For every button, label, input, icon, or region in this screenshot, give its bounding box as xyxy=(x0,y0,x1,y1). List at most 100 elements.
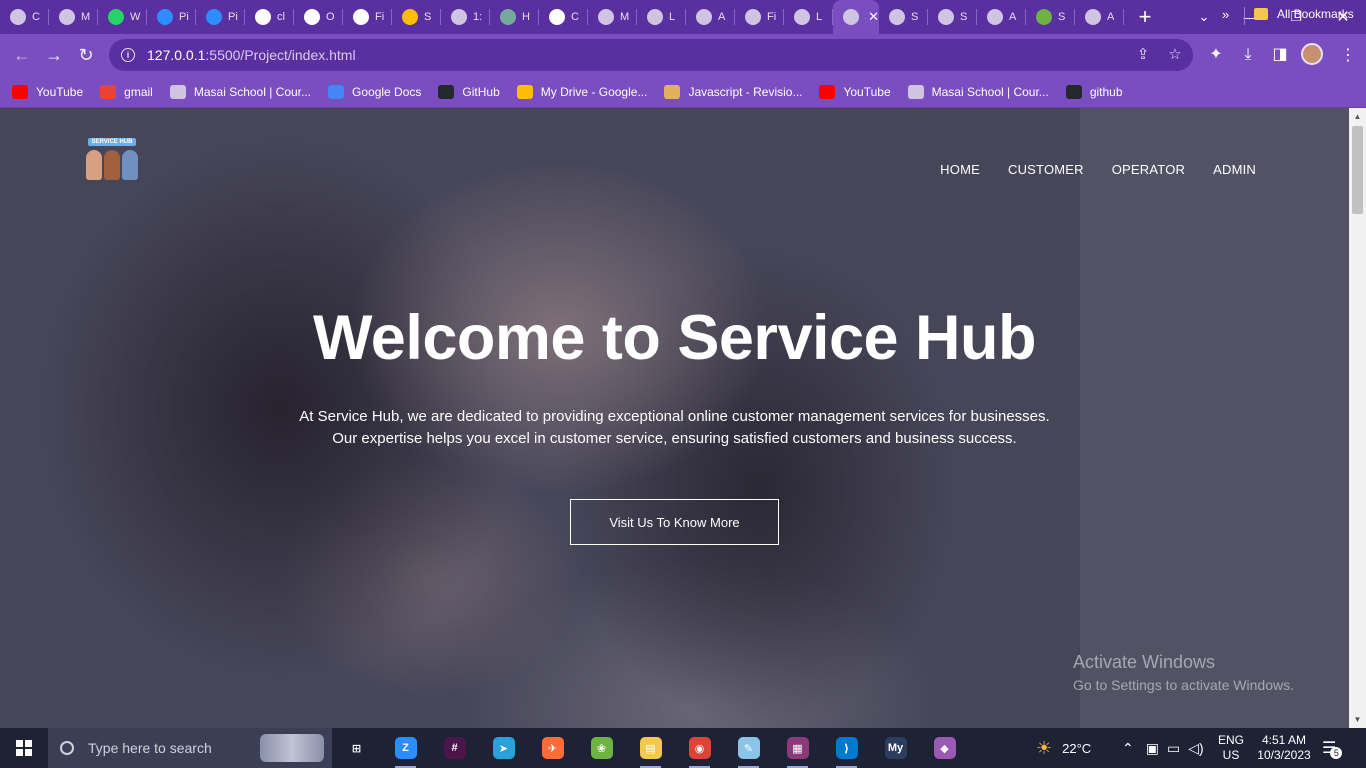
bookmark-item[interactable]: Google Docs xyxy=(328,84,421,99)
tray-chevron-icon[interactable]: ⌃ xyxy=(1122,740,1134,757)
tab-search-icon[interactable]: ⌄ xyxy=(1181,0,1227,34)
volume-icon[interactable]: ◁) xyxy=(1188,740,1203,757)
bookmark-item[interactable]: gmail xyxy=(100,84,153,99)
profile-avatar[interactable] xyxy=(1301,43,1323,65)
system-tray[interactable]: ⌃ ▣ ▭ ◁) xyxy=(1122,728,1204,768)
new-tab-button[interactable]: + xyxy=(1128,0,1162,34)
browser-tab[interactable]: C xyxy=(0,0,49,34)
taskbar-app[interactable]: ✈ xyxy=(528,728,577,768)
taskbar-search[interactable]: Type here to search xyxy=(48,728,332,768)
winrar-icon: ▦ xyxy=(786,737,809,759)
git-icon: ◆ xyxy=(933,737,956,759)
bookmark-item[interactable]: YouTube xyxy=(819,84,891,99)
browser-tab[interactable]: A xyxy=(686,0,735,34)
browser-tab[interactable]: W xyxy=(98,0,147,34)
browser-tab[interactable]: Pi xyxy=(196,0,245,34)
site-info-icon[interactable]: i xyxy=(121,48,135,62)
bookmark-item[interactable]: Masai School | Cour... xyxy=(907,84,1049,99)
browser-tab[interactable]: cl xyxy=(245,0,294,34)
visit-us-button[interactable]: Visit Us To Know More xyxy=(570,499,779,545)
taskbar-app[interactable]: ➤ xyxy=(479,728,528,768)
browser-tab[interactable]: M xyxy=(49,0,98,34)
globe-icon xyxy=(889,9,905,25)
scroll-down-arrow[interactable]: ▼ xyxy=(1349,711,1366,728)
start-button[interactable] xyxy=(0,728,48,768)
meet-icon[interactable]: ▣ xyxy=(1146,740,1159,757)
notepad-icon: ✎ xyxy=(737,737,760,759)
lang-region: US xyxy=(1222,748,1240,762)
browser-tab[interactable]: S xyxy=(928,0,977,34)
battery-icon[interactable]: ▭ xyxy=(1167,740,1180,757)
browser-tab[interactable]: H xyxy=(490,0,539,34)
browser-tab[interactable]: Pi xyxy=(147,0,196,34)
bookmark-item[interactable]: GitHub xyxy=(438,84,500,99)
tab-title: cl xyxy=(277,11,285,23)
browser-tab[interactable]: L xyxy=(637,0,686,34)
taskbar-app[interactable]: ❀ xyxy=(577,728,626,768)
spring-icon: ❀ xyxy=(590,737,613,759)
tab-title: S xyxy=(1058,11,1066,23)
hero-line-1: At Service Hub, we are dedicated to prov… xyxy=(299,408,1050,425)
close-tab-icon[interactable]: ✕ xyxy=(868,9,879,25)
browser-tab[interactable]: A xyxy=(1075,0,1124,34)
weather-widget[interactable]: ☀ 22°C xyxy=(1036,728,1091,768)
taskbar-app[interactable]: Z xyxy=(381,728,430,768)
taskbar-app[interactable]: ◉ xyxy=(675,728,724,768)
page-scrollbar[interactable]: ▲ ▼ xyxy=(1349,108,1366,728)
scroll-thumb[interactable] xyxy=(1352,126,1363,214)
menu-icon[interactable]: ⋮ xyxy=(1340,45,1356,65)
bookmark-item[interactable]: Javascript - Revisio... xyxy=(664,84,802,99)
taskbar-app[interactable]: ⊞ xyxy=(332,728,381,768)
browser-tab[interactable]: M xyxy=(588,0,637,34)
browser-tab[interactable]: S✕ xyxy=(833,0,879,34)
taskbar-app[interactable]: My xyxy=(871,728,920,768)
taskbar-app[interactable]: ◆ xyxy=(920,728,969,768)
browser-tab[interactable]: S xyxy=(1026,0,1075,34)
site-logo[interactable]: SERVICE HUB xyxy=(84,138,140,182)
extensions-icon[interactable]: ✦ xyxy=(1206,45,1226,65)
taskbar-app[interactable]: ▦ xyxy=(773,728,822,768)
tab-title: A xyxy=(1009,11,1017,23)
globe-icon xyxy=(907,84,924,99)
taskbar-app[interactable]: ⟩ xyxy=(822,728,871,768)
bookmarks-overflow-icon[interactable]: » xyxy=(1222,7,1229,22)
spring-icon xyxy=(1036,9,1052,25)
nav-customer[interactable]: CUSTOMER xyxy=(1008,162,1084,177)
forward-button[interactable]: → xyxy=(38,39,70,71)
taskbar-app[interactable]: # xyxy=(430,728,479,768)
notification-center[interactable]: ☰ 5 xyxy=(1322,728,1343,768)
clock[interactable]: 4:51 AM 10/3/2023 xyxy=(1254,728,1314,768)
bookmark-item[interactable]: Masai School | Cour... xyxy=(169,84,311,99)
language-indicator[interactable]: ENG US xyxy=(1218,728,1244,768)
browser-tab[interactable]: C xyxy=(539,0,588,34)
bookmark-star-icon[interactable]: ☆ xyxy=(1167,47,1183,63)
browser-tab[interactable]: Fi xyxy=(735,0,784,34)
browser-tab[interactable]: 1: xyxy=(441,0,490,34)
reload-button[interactable]: ↻ xyxy=(70,39,102,71)
taskbar-app[interactable]: ▤ xyxy=(626,728,675,768)
bookmark-item[interactable]: YouTube xyxy=(12,84,83,99)
address-bar[interactable]: i 127.0.0.1:5500/Project/index.html ⇪ ☆ xyxy=(109,39,1193,71)
browser-tab[interactable]: A xyxy=(977,0,1026,34)
browser-tab[interactable]: S xyxy=(392,0,441,34)
share-icon[interactable]: ⇪ xyxy=(1135,47,1151,63)
logo-person-2 xyxy=(104,150,120,180)
globe-icon xyxy=(987,9,1003,25)
side-panel-icon[interactable]: ◨ xyxy=(1270,45,1290,65)
taskbar-app[interactable]: ✎ xyxy=(724,728,773,768)
back-button[interactable]: ← xyxy=(6,39,38,71)
bookmark-item[interactable]: My Drive - Google... xyxy=(516,84,647,99)
browser-tab[interactable]: O xyxy=(294,0,343,34)
browser-tab[interactable]: L xyxy=(784,0,833,34)
nav-home[interactable]: HOME xyxy=(940,162,980,177)
lang-code: ENG xyxy=(1218,733,1245,747)
bookmark-item[interactable]: github xyxy=(1065,84,1123,99)
all-bookmarks-button[interactable]: All Bookmarks xyxy=(1254,7,1354,21)
nav-admin[interactable]: ADMIN xyxy=(1213,162,1256,177)
nav-operator[interactable]: OPERATOR xyxy=(1112,162,1185,177)
download-icon[interactable]: ⤓ xyxy=(1238,45,1258,65)
tab-title: W xyxy=(130,11,141,23)
browser-tab[interactable]: Fi xyxy=(343,0,392,34)
browser-tab[interactable]: S xyxy=(879,0,928,34)
scroll-up-arrow[interactable]: ▲ xyxy=(1349,108,1366,125)
